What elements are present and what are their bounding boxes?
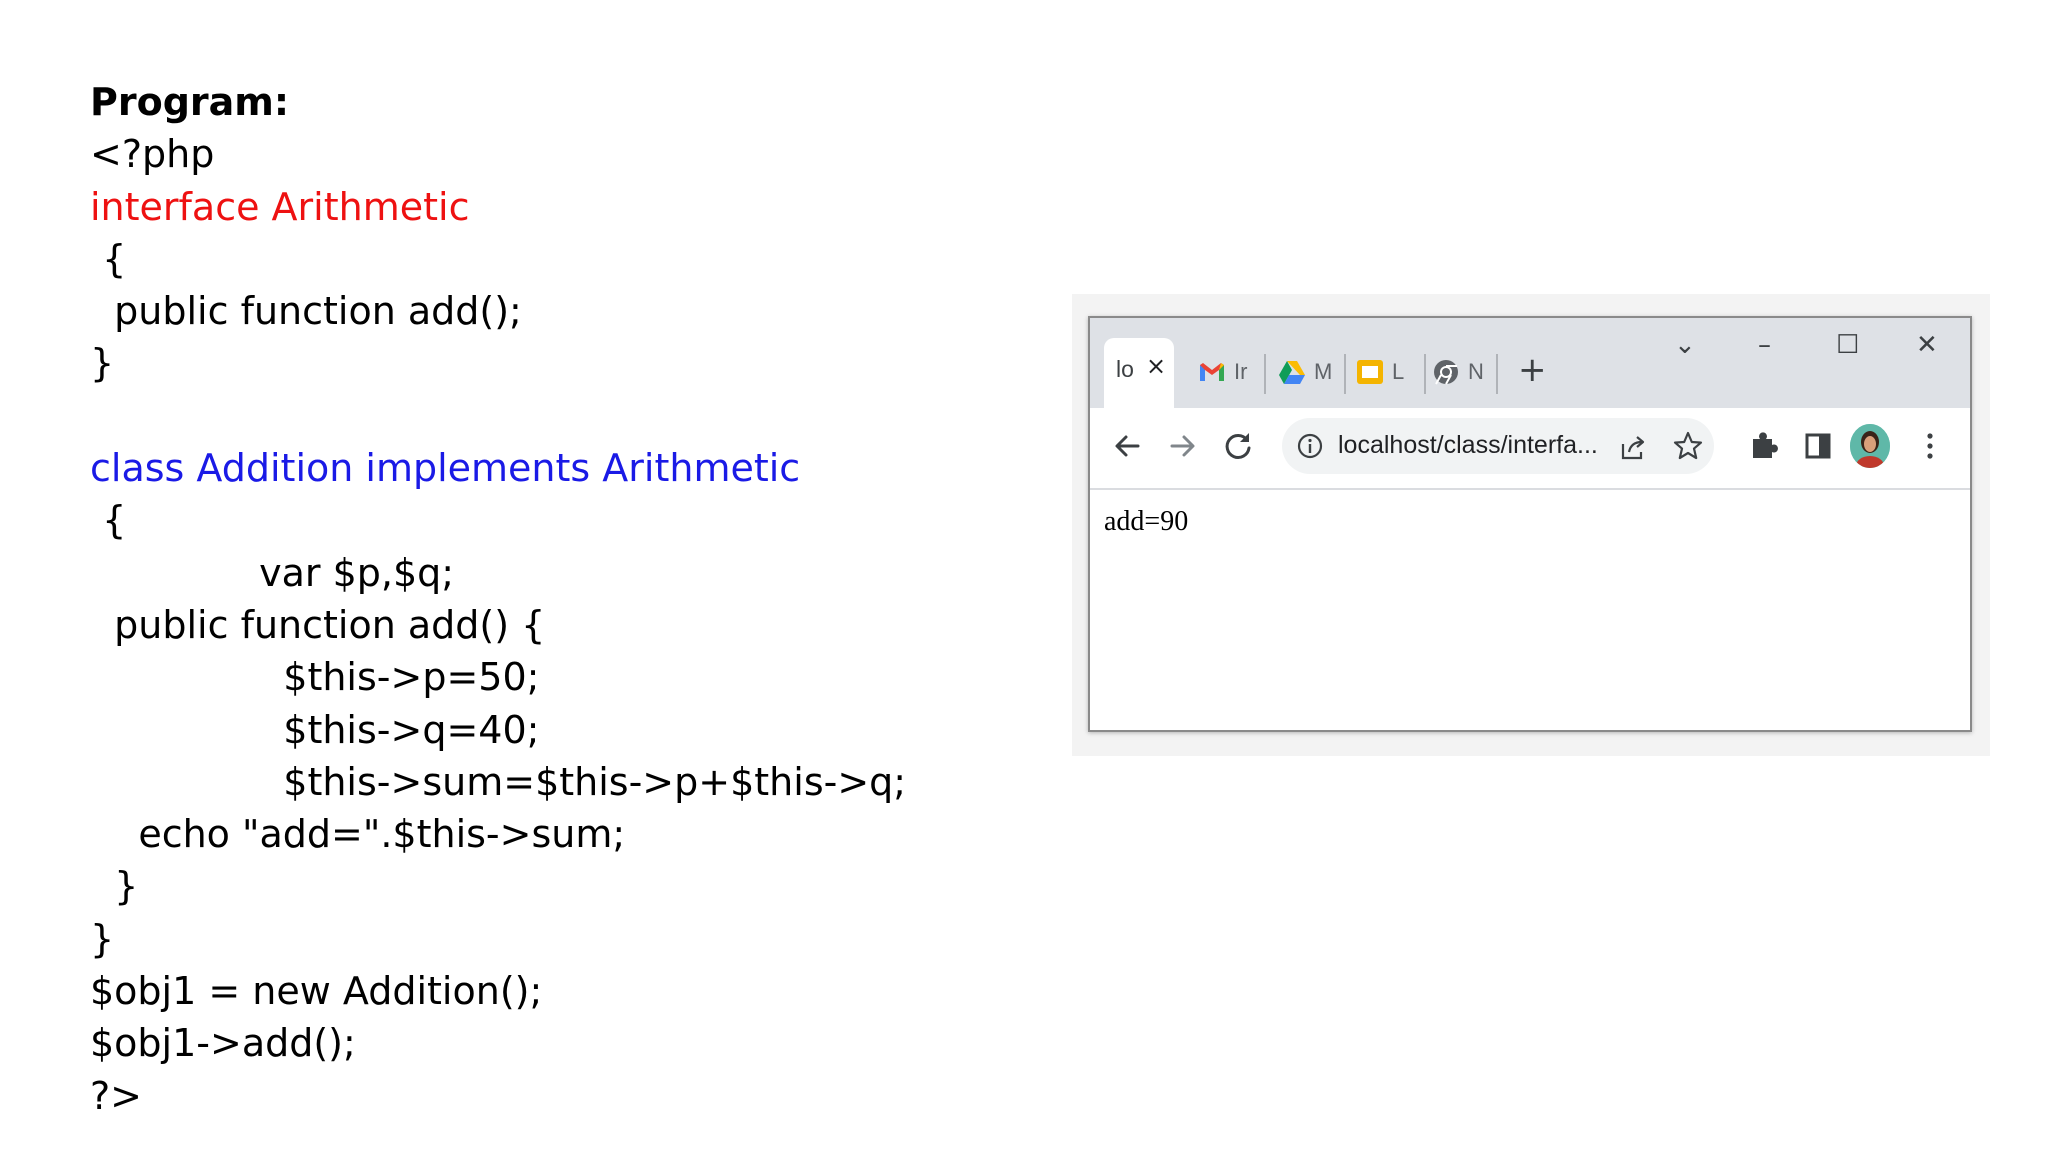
tab-title: N (1468, 359, 1484, 384)
profile-avatar[interactable] (1850, 424, 1890, 468)
bookmark-star-icon[interactable] (1672, 430, 1704, 462)
code-line: public function add(); (90, 289, 522, 334)
new-tab-button[interactable]: + (1518, 350, 1547, 390)
back-arrow-icon[interactable] (1108, 426, 1148, 466)
tab-separator (1496, 354, 1498, 394)
code-lines: <?php interface Arithmetic { public funct… (90, 128, 906, 1122)
tab-gmail[interactable]: Ir (1198, 356, 1254, 390)
tab-strip: lo × Ir M L N + ⌄ – ☐ ✕ (1090, 318, 1970, 408)
code-line: { (90, 498, 127, 543)
tab-search-icon[interactable]: ⌄ (1674, 330, 1696, 360)
profile-picture-icon (1850, 424, 1890, 468)
forward-arrow-icon[interactable] (1162, 426, 1202, 466)
reload-icon[interactable] (1218, 426, 1258, 466)
browser-window: lo × Ir M L N + ⌄ – ☐ ✕ localhost/class/… (1088, 316, 1972, 732)
code-line: } (90, 864, 139, 909)
close-tab-icon[interactable]: × (1146, 352, 1166, 380)
code-line: class Addition implements Arithmetic (90, 446, 801, 491)
tab-title: Ir (1234, 359, 1248, 384)
code-line: $obj1->add(); (90, 1021, 356, 1066)
tab-drive[interactable]: M (1278, 356, 1334, 390)
google-drive-icon (1279, 361, 1305, 384)
code-line: echo "add=".$this->sum; (90, 812, 626, 857)
tab-localhost[interactable]: lo × (1104, 338, 1174, 408)
code-listing: Program: <?php interface Arithmetic { pub… (90, 76, 906, 1122)
more-menu-icon[interactable] (1910, 426, 1950, 466)
extensions-puzzle-icon[interactable] (1744, 426, 1784, 466)
code-line: var $p,$q; (90, 550, 455, 595)
google-slides-icon (1357, 360, 1383, 384)
tab-title: L (1392, 359, 1405, 384)
program-heading: Program: (90, 80, 290, 124)
browser-toolbar: localhost/class/interfa... (1090, 408, 1970, 490)
address-bar[interactable]: localhost/class/interfa... (1282, 418, 1714, 474)
minimize-button[interactable]: – (1758, 330, 1771, 360)
code-line: ?> (90, 1073, 143, 1118)
tab-separator (1264, 354, 1266, 394)
slide: Program: <?php interface Arithmetic { pub… (0, 0, 2048, 1152)
tab-title: lo (1116, 356, 1134, 382)
close-window-button[interactable]: ✕ (1916, 330, 1938, 360)
code-line: <?php (90, 132, 215, 177)
code-line: $this->sum=$this->p+$this->q; (90, 759, 907, 804)
share-icon[interactable] (1618, 432, 1648, 462)
site-info-icon[interactable] (1296, 432, 1324, 460)
gmail-icon (1200, 363, 1224, 381)
side-panel-icon[interactable] (1798, 426, 1838, 466)
chrome-icon (1434, 360, 1458, 385)
code-line: } (90, 341, 115, 386)
code-line: { (90, 236, 127, 281)
url-text[interactable]: localhost/class/interfa... (1338, 431, 1598, 460)
tab-slides[interactable]: L (1356, 356, 1412, 390)
tab-title: M (1314, 359, 1333, 384)
page-output-text: add=90 (1104, 506, 1189, 537)
tab-separator (1344, 354, 1346, 394)
tab-separator (1424, 354, 1426, 394)
code-line: $this->q=40; (90, 707, 540, 752)
page-viewport: add=90 (1090, 490, 1970, 730)
maximize-button[interactable]: ☐ (1836, 330, 1859, 360)
code-line: } (90, 916, 115, 961)
code-line: $obj1 = new Addition(); (90, 969, 543, 1014)
code-line: public function add() { (90, 602, 546, 647)
tab-chrome[interactable]: N (1432, 356, 1488, 390)
code-line: $this->p=50; (90, 655, 540, 700)
code-line: interface Arithmetic (90, 184, 470, 229)
